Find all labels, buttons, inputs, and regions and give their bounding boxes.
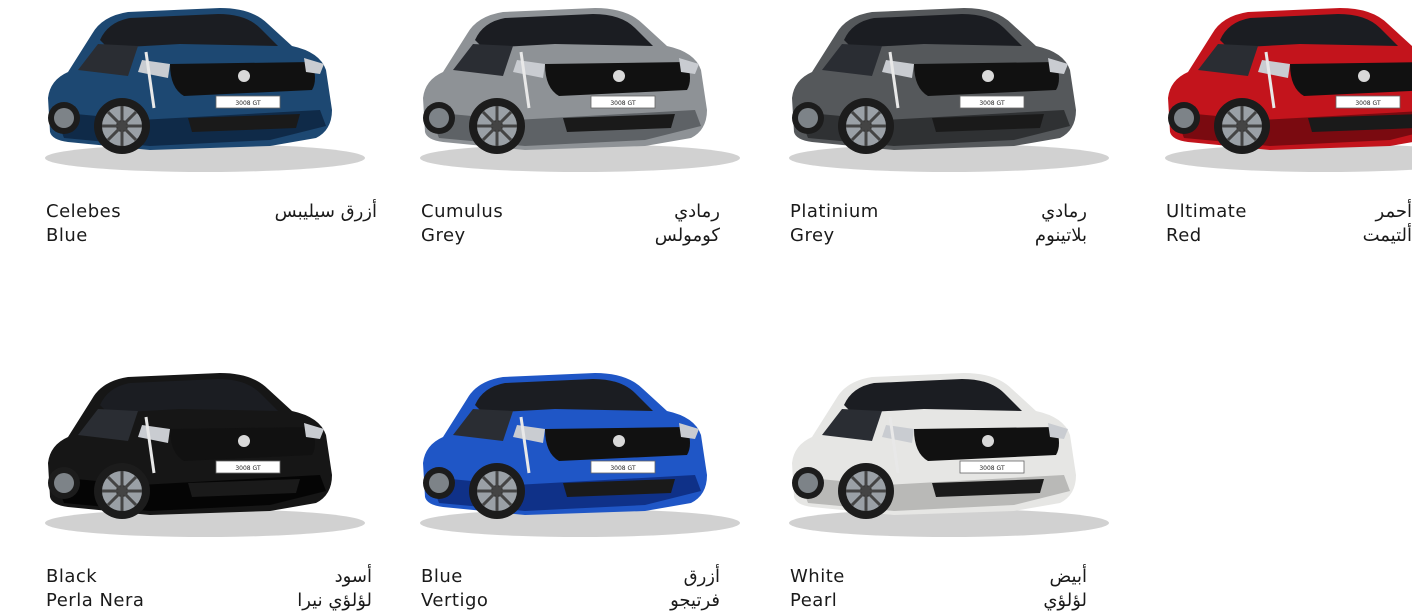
wheel-front	[1214, 98, 1270, 154]
car-shadow	[420, 144, 740, 172]
color-name-en: Blue Vertigo	[421, 566, 489, 611]
peugeot-logo-icon	[613, 435, 625, 447]
wheel-front	[94, 98, 150, 154]
car-shadow	[789, 144, 1109, 172]
color-name-ar: أحمر ألتيمت	[1362, 201, 1412, 246]
wheel-rear	[48, 102, 80, 134]
wheel-rear	[423, 467, 455, 499]
peugeot-logo-icon	[982, 70, 994, 82]
car-image: 3008 GT	[20, 365, 365, 545]
car-image: 3008 GT	[764, 365, 1109, 545]
color-name-en: Celebes Blue	[46, 201, 122, 246]
wheel-rear	[1168, 102, 1200, 134]
peugeot-logo-icon	[982, 435, 994, 447]
peugeot-logo-icon	[613, 70, 625, 82]
wheel-rear	[792, 467, 824, 499]
color-name-ar: أزرق فرتيجو	[670, 566, 720, 611]
car-image: 3008 GT	[1140, 0, 1412, 180]
color-name-ar: أزرق سيليبس	[274, 201, 377, 222]
car-shadow	[45, 509, 365, 537]
peugeot-logo-icon	[238, 70, 250, 82]
color-name-ar: أسود لؤلؤي نيرا	[297, 566, 372, 611]
svg-text:3008 GT: 3008 GT	[979, 465, 1005, 472]
wheel-front	[838, 463, 894, 519]
wheel-rear	[48, 467, 80, 499]
car-shadow	[45, 144, 365, 172]
car-grille	[1290, 62, 1412, 96]
car-shadow	[420, 509, 740, 537]
wheel-rear	[792, 102, 824, 134]
color-name-ar: رمادي كومولس	[654, 201, 720, 246]
svg-text:3008 GT: 3008 GT	[1355, 100, 1381, 107]
color-name-en: Cumulus Grey	[421, 201, 504, 246]
color-name-en: Black Perla Nera	[46, 566, 145, 611]
svg-text:3008 GT: 3008 GT	[610, 100, 636, 107]
svg-text:3008 GT: 3008 GT	[235, 100, 261, 107]
car-shadow	[789, 509, 1109, 537]
color-name-ar: أبيض لؤلؤي	[1043, 566, 1087, 611]
peugeot-logo-icon	[238, 435, 250, 447]
wheel-rear	[423, 102, 455, 134]
car-image: 3008 GT	[395, 365, 740, 545]
color-name-ar: رمادي بلاتينوم	[1034, 201, 1087, 246]
svg-text:3008 GT: 3008 GT	[979, 100, 1005, 107]
wheel-front	[94, 463, 150, 519]
wheel-front	[469, 463, 525, 519]
car-image: 3008 GT	[764, 0, 1109, 180]
svg-text:3008 GT: 3008 GT	[610, 465, 636, 472]
wheel-front	[469, 98, 525, 154]
car-image: 3008 GT	[20, 0, 365, 180]
wheel-front	[838, 98, 894, 154]
svg-text:3008 GT: 3008 GT	[235, 465, 261, 472]
peugeot-logo-icon	[1358, 70, 1370, 82]
car-image: 3008 GT	[395, 0, 740, 180]
